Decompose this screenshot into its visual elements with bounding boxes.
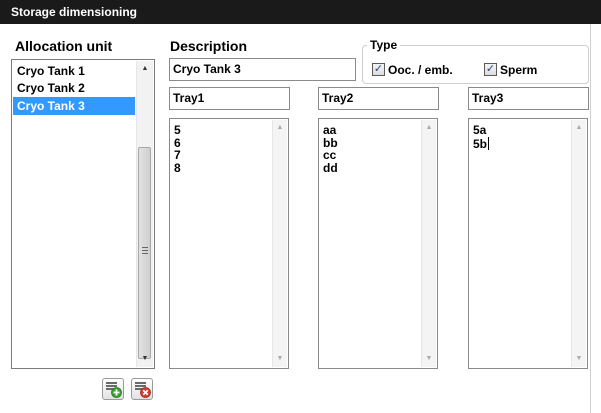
scroll-down-arrow-icon[interactable]: ▼: [422, 351, 436, 367]
ooc-emb-label: Ooc. / emb.: [388, 63, 453, 77]
tray2-entry: cc: [323, 148, 337, 162]
delete-item-icon: [135, 382, 151, 398]
list-item-cryo-tank-1[interactable]: Cryo Tank 1: [13, 62, 135, 80]
tray3-contents-textarea[interactable]: 5a 5b ▲ ▼: [468, 118, 588, 369]
tray1-contents-textarea[interactable]: 5 6 7 8 ▲ ▼: [169, 118, 289, 369]
list-item-cryo-tank-2[interactable]: Cryo Tank 2: [13, 79, 135, 97]
add-allocation-unit-button[interactable]: [102, 378, 124, 400]
text-caret: [488, 136, 490, 150]
description-input[interactable]: Cryo Tank 3: [169, 58, 356, 81]
list-item-cryo-tank-3[interactable]: Cryo Tank 3: [13, 97, 135, 115]
checkmark-icon: ✓: [373, 63, 384, 75]
tray3-entry-with-caret: 5b: [473, 136, 490, 151]
scroll-up-arrow-icon[interactable]: ▲: [422, 120, 436, 136]
window-title: Storage dimensioning: [11, 5, 138, 19]
type-legend: Type: [367, 38, 401, 52]
window-title-bar: Storage dimensioning: [0, 0, 601, 24]
delete-allocation-unit-button[interactable]: [131, 378, 153, 400]
add-item-icon: [106, 382, 122, 398]
scroll-down-arrow-icon[interactable]: ▼: [273, 351, 287, 367]
scroll-up-arrow-icon[interactable]: ▲: [137, 61, 153, 77]
tray1-name-input[interactable]: Tray1: [169, 87, 290, 110]
window-right-edge: [590, 24, 601, 413]
tray3-entry: 5a: [473, 123, 487, 137]
tray1-entry: 8: [174, 160, 181, 175]
tray1-scrollbar[interactable]: ▲ ▼: [272, 120, 287, 367]
scroll-down-arrow-icon[interactable]: ▼: [137, 351, 153, 367]
scroll-up-arrow-icon[interactable]: ▲: [572, 120, 586, 136]
tray3-scrollbar[interactable]: ▲ ▼: [571, 120, 586, 367]
description-label: Description: [170, 38, 248, 54]
allocation-list-scrollbar[interactable]: ▲ ▼: [136, 61, 153, 367]
scroll-down-arrow-icon[interactable]: ▼: [572, 351, 586, 367]
scrollbar-thumb[interactable]: [138, 147, 151, 359]
tray1-entry: 7: [174, 148, 181, 162]
ooc-emb-checkbox[interactable]: ✓: [372, 63, 385, 76]
scroll-up-arrow-icon[interactable]: ▲: [273, 120, 287, 136]
tray2-entry: dd: [323, 160, 338, 175]
sperm-label: Sperm: [500, 63, 538, 77]
allocation-unit-heading: Allocation unit: [15, 38, 113, 54]
tray3-name-input[interactable]: Tray3: [468, 87, 589, 110]
tray2-scrollbar[interactable]: ▲ ▼: [421, 120, 436, 367]
tray2-contents-textarea[interactable]: aa bb cc dd ▲ ▼: [318, 118, 438, 369]
allocation-unit-list[interactable]: Cryo Tank 1 Cryo Tank 2 Cryo Tank 3 ▲ ▼: [11, 59, 155, 369]
storage-dimensioning-window: Storage dimensioning Allocation unit Cry…: [0, 0, 601, 413]
sperm-checkbox[interactable]: ✓: [484, 63, 497, 76]
tray2-entry: aa: [323, 123, 337, 137]
tray1-entry: 5: [174, 123, 181, 137]
checkmark-icon: ✓: [485, 63, 496, 75]
tray2-name-input[interactable]: Tray2: [318, 87, 439, 110]
